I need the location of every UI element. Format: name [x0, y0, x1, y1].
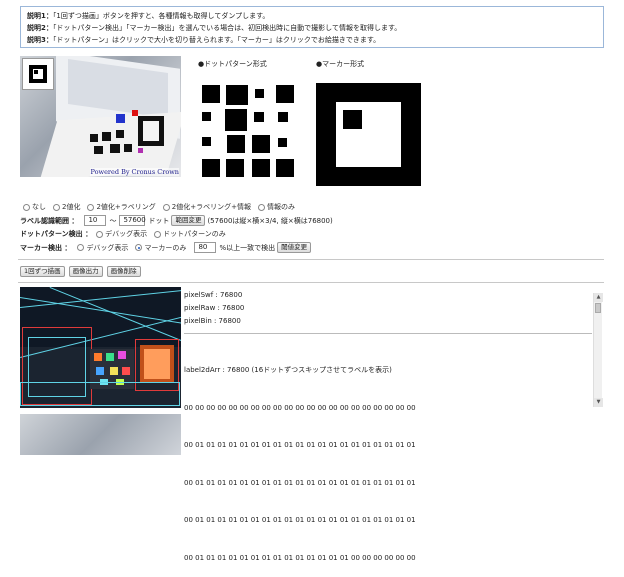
camera-dot: [124, 144, 132, 152]
draw-once-button[interactable]: 1回ずつ描画: [20, 266, 65, 277]
camera-dot: [90, 134, 98, 142]
range-separator: 〜: [109, 216, 117, 225]
label-row: 00 01 01 01 01 01 01 01 01 01 01 01 01 0…: [184, 441, 416, 449]
export-image-button[interactable]: 画像出力: [68, 266, 103, 277]
marker-title: ●マーカー形式: [316, 60, 365, 68]
powered-by-credit: Powered By Cronus Crown: [90, 168, 179, 176]
radio-marker-only[interactable]: [135, 244, 143, 251]
threshold-input[interactable]: 80: [194, 242, 217, 253]
dot-pattern-title: ●ドットパターン形式: [198, 60, 267, 68]
label-row: 00 00 00 00 00 00 00 00 00 00 00 00 00 0…: [184, 403, 416, 412]
description-box: 説明1：「1回ずつ描画」ボタンを押すと、各種情報も取得してダンプします。 説明2…: [20, 6, 604, 48]
label-array-dump: label2dArr : 76800 (16ドットずつスキップさせてラベルを表示…: [184, 339, 416, 577]
camera-thumbnail-marker: [22, 58, 54, 90]
radio-binarize-labeling-info[interactable]: [162, 203, 170, 211]
range-unit: ドット: [148, 216, 170, 225]
label-array-header: label2dArr : 76800 (16ドットずつスキップさせてラベルを表示…: [184, 366, 392, 374]
camera-dot: [116, 130, 124, 138]
camera-marker: [138, 116, 164, 146]
results-scrollbar[interactable]: ▲ ▼: [593, 293, 603, 407]
marker-inner: [336, 102, 401, 167]
description-line-1: 説明1：「1回ずつ描画」ボタンを押すと、各種情報も取得してダンプします。: [27, 12, 270, 20]
scroll-thumb[interactable]: [595, 303, 601, 313]
threshold-change-button[interactable]: 閾値変更: [277, 242, 312, 253]
scroll-down-icon[interactable]: ▼: [594, 398, 603, 407]
label-row: 00 01 01 01 01 01 01 01 01 01 01 01 01 0…: [184, 516, 416, 524]
radio-binarize-none[interactable]: [23, 203, 30, 211]
label-row: 00 01 01 01 01 01 01 01 01 01 01 01 01 0…: [184, 478, 416, 487]
marker-key-square: [343, 110, 362, 129]
dot-detect-label: ドットパターン検出 ：: [20, 230, 93, 238]
dot-detect-row: ドットパターン検出 ： デバッグ表示 ドットパターンのみ: [20, 230, 226, 238]
divider: [18, 282, 604, 283]
camera-dot: [102, 132, 111, 141]
debug-result-image: [20, 287, 181, 408]
label-range-label: ラベル認識範囲 ：: [20, 216, 79, 225]
divider: [18, 259, 604, 260]
delete-image-button[interactable]: 画像削除: [106, 266, 141, 277]
range-change-button[interactable]: 範囲変更: [171, 215, 206, 226]
pixel-info: pixelSwf : 76800 pixelRaw : 76800 pixelB…: [184, 289, 244, 328]
scroll-up-icon[interactable]: ▲: [594, 293, 603, 302]
description-line-3: 説明3：「ドットパターン」はクリックで大小を切り替えられます。「マーカー」はクリ…: [27, 36, 381, 44]
label-range-max-input[interactable]: 57600: [119, 215, 146, 226]
radio-info-only[interactable]: [257, 203, 265, 211]
pixel-raw: pixelRaw : 76800: [184, 304, 245, 312]
dot-pattern[interactable]: [200, 83, 296, 179]
captured-image: [20, 414, 181, 455]
result-divider: [184, 333, 592, 334]
marker-pattern[interactable]: [316, 83, 421, 186]
marker-detect-row: マーカー検出 ： デバッグ表示 マーカーのみ 80 %以上一致で検出 閾値変更: [20, 242, 313, 253]
marker-detect-label: マーカー検出 ：: [20, 243, 72, 252]
radio-binarize[interactable]: [53, 203, 60, 211]
label-row: 00 01 01 01 01 01 01 01 01 01 01 01 01 0…: [184, 553, 416, 562]
pixel-swf: pixelSwf : 76800: [184, 291, 243, 299]
radio-dot-debug[interactable]: [96, 230, 104, 238]
camera-preview[interactable]: Powered By Cronus Crown: [20, 56, 181, 177]
camera-magenta-marker: [138, 148, 143, 153]
pixel-bin: pixelBin : 76800: [184, 317, 241, 325]
radio-marker-debug[interactable]: [77, 244, 85, 251]
camera-blue-marker: [116, 114, 125, 123]
range-note: (57600は縦×横×3/4, 縦×横は76800): [207, 216, 333, 225]
description-line-2: 説明2：「ドットパターン検出」「マーカー検出」を選んでいる場合は、初回検出時に自…: [27, 24, 402, 32]
camera-dot: [94, 146, 103, 154]
camera-dot: [110, 144, 120, 153]
camera-red-marker: [132, 110, 138, 116]
label-range-min-input[interactable]: 10: [84, 215, 107, 226]
radio-dot-only[interactable]: [154, 230, 162, 238]
action-buttons: 1回ずつ描画 画像出力 画像削除: [18, 266, 143, 277]
radio-binarize-labeling[interactable]: [87, 203, 95, 211]
binarize-options: なし 2値化 2値化+ラベリング 2値化+ラベリング+情報 情報のみ: [20, 202, 299, 212]
label-range-row: ラベル認識範囲 ： 10 〜 57600 ドット 範囲変更 (57600は縦×横…: [20, 215, 333, 226]
threshold-suffix: %以上一致で検出: [219, 243, 276, 252]
